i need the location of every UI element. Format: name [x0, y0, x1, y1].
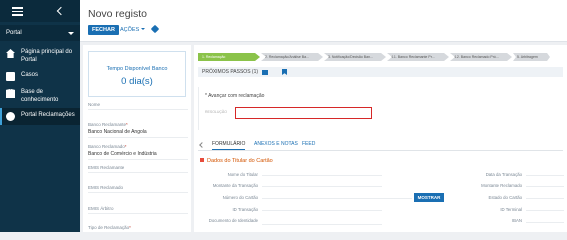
form-tabs: FORMULÁRIO ANEXOS E NOTAS FEED — [198, 141, 563, 151]
sidebar-item-knowledge[interactable]: Base de conhecimento — [0, 85, 80, 108]
chevron-left-icon[interactable] — [199, 142, 205, 148]
emis-reclamante-label: EMIS Reclamante — [88, 165, 125, 170]
tab-feed[interactable]: FEED — [302, 141, 315, 147]
page-header: Novo registo FECHAR AÇÕES — [80, 0, 567, 42]
path-step[interactable]: 2. Reclamação/Análise Ba... — [261, 53, 323, 61]
chevron-down-icon — [141, 28, 146, 30]
message-icon[interactable] — [262, 69, 268, 75]
emis-arbitro-field[interactable]: EMIS Árbitro — [88, 206, 188, 214]
chevron-left-icon[interactable] — [56, 6, 66, 16]
emis-arbitro-label: EMIS Árbitro — [88, 206, 114, 211]
actions-menu-button[interactable]: AÇÕES — [120, 27, 146, 33]
book-icon — [6, 89, 15, 98]
field-value[interactable] — [262, 181, 382, 187]
field-value[interactable] — [526, 205, 564, 211]
timer-value: 0 dia(s) — [121, 76, 153, 87]
hamburger-menu-icon[interactable] — [12, 7, 23, 16]
banco-reclamado-value: Banco de Comércio e Indústria — [88, 151, 157, 157]
field-value[interactable] — [262, 219, 382, 225]
resolution-input[interactable] — [235, 107, 372, 119]
field-label: ID Transação — [232, 207, 258, 212]
field-label: Montante Reclamado — [481, 183, 522, 188]
collapse-icon — [200, 158, 204, 162]
field-label: Estado do Cartão — [488, 195, 522, 200]
sidebar: Portal Página principal do Portal Casos … — [0, 0, 80, 232]
sidebar-item-home[interactable]: Página principal do Portal — [0, 45, 80, 68]
field-label: IBAN — [511, 218, 522, 223]
path-step[interactable]: 5. Arbitragem — [513, 53, 550, 61]
path-step[interactable]: 4.1. Banco Reclamante Pr... — [387, 53, 449, 61]
field-value[interactable] — [262, 205, 382, 211]
task-text: * Avançar com reclamação — [205, 93, 265, 99]
field-label: Montante da Transação — [212, 183, 258, 188]
chevron-down-icon — [68, 31, 74, 35]
sidebar-item-label: Página principal do Portal — [21, 49, 73, 63]
field-label: Nome do Titular — [227, 172, 258, 177]
timer-label: Tempo Disponível Banco — [106, 66, 168, 72]
tag-icon[interactable] — [150, 24, 160, 34]
field-value[interactable] — [526, 170, 564, 176]
field-value[interactable] — [526, 181, 564, 187]
field-value[interactable] — [262, 170, 382, 176]
field-label: Data da Transação — [485, 172, 522, 177]
bookmark-icon[interactable] — [282, 69, 287, 75]
home-icon — [6, 49, 15, 58]
close-button[interactable]: FECHAR — [88, 25, 119, 35]
tipo-reclamacao-label: Tipo de Reclamação* — [88, 225, 131, 230]
field-value[interactable] — [262, 193, 412, 199]
next-step-task: * Avançar com reclamação RESOLUÇÃO — [198, 87, 563, 130]
path-step[interactable]: 3. Notificação/Decisão Ban... — [324, 53, 386, 61]
path-step[interactable]: 4.2. Banco Reclamado Pró... — [450, 53, 512, 61]
banco-reclamado-label: Banco Reclamado* — [88, 144, 127, 149]
emis-reclamante-field[interactable]: EMIS Reclamante — [88, 165, 188, 173]
timer-card: Tempo Disponível Banco 0 dia(s) — [88, 51, 186, 97]
actions-menu-label: AÇÕES — [120, 27, 140, 33]
field-label: Documento de Identidade — [208, 218, 258, 223]
sidebar-item-label: Portal Reclamações — [21, 112, 75, 118]
mostrar-button[interactable]: MOSTRAR — [414, 193, 444, 202]
nome-field[interactable]: Nome — [88, 102, 188, 110]
business-process-path: 1. Reclamação 2. Reclamação/Análise Ba..… — [198, 53, 551, 61]
field-value[interactable] — [526, 193, 564, 199]
banco-reclamante-value: Banco Nacional de Angola — [88, 129, 147, 135]
person-icon — [6, 112, 15, 121]
alert-icon — [6, 72, 15, 81]
path-step[interactable]: 1. Reclamação — [198, 53, 260, 61]
sidebar-item-complaints[interactable]: Portal Reclamações — [0, 108, 80, 125]
emis-reclamado-field[interactable]: EMIS Reclamado — [88, 185, 188, 193]
tipo-reclamacao-field[interactable]: Tipo de Reclamação* — [88, 225, 188, 230]
next-steps-bar: PRÓXIMOS PASSOS (1) — [198, 67, 563, 77]
sidebar-item-cases[interactable]: Casos — [0, 68, 80, 85]
field-value[interactable] — [526, 217, 564, 223]
app-window: Portal Página principal do Portal Casos … — [0, 0, 567, 232]
banco-reclamado-field[interactable]: Banco Reclamado* Banco de Comércio e Ind… — [88, 144, 188, 160]
tab-formulario[interactable]: FORMULÁRIO — [212, 141, 246, 150]
main-form-panel: 1. Reclamação 2. Reclamação/Análise Ba..… — [194, 45, 567, 232]
portal-selector[interactable]: Portal — [0, 25, 80, 41]
next-steps-label: PRÓXIMOS PASSOS (1) — [202, 69, 259, 75]
tab-anexos-e-notas[interactable]: ANEXOS E NOTAS — [254, 141, 298, 147]
banco-reclamante-field[interactable]: Banco Reclamante* Banco Nacional de Ango… — [88, 122, 188, 138]
field-label: Número do Cartão — [222, 195, 258, 200]
field-label: ID Terminal — [500, 207, 522, 212]
section-title[interactable]: Dados do Titular do Cartão — [200, 158, 273, 164]
sidebar-item-label: Base de conhecimento — [21, 89, 59, 103]
sidebar-item-label: Casos — [21, 72, 39, 78]
nome-label: Nome — [88, 102, 101, 107]
banco-reclamante-label: Banco Reclamante* — [88, 122, 128, 127]
task-sub-label: RESOLUÇÃO — [205, 110, 227, 114]
sidebar-top-bar — [0, 0, 80, 22]
record-summary-panel: Tempo Disponível Banco 0 dia(s) Nome Ban… — [83, 45, 191, 232]
page-title: Novo registo — [88, 8, 147, 20]
portal-selector-label: Portal — [6, 30, 22, 36]
emis-reclamado-label: EMIS Reclamado — [88, 185, 124, 190]
